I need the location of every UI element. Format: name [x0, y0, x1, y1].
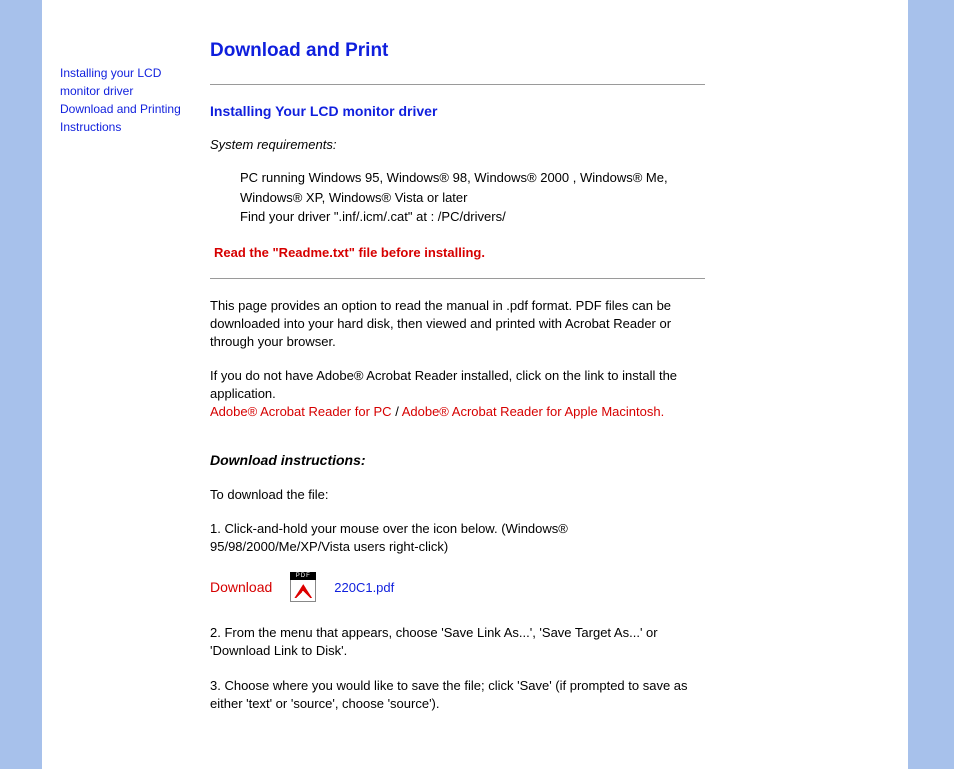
adobe-reader-pc-link[interactable]: Adobe® Acrobat Reader for PC	[210, 404, 392, 419]
sidebar-link-download-print[interactable]: Download and Printing Instructions	[60, 102, 181, 134]
left-margin-bar	[0, 0, 42, 769]
download-intro: To download the file:	[210, 486, 705, 504]
download-label: Download	[210, 579, 272, 595]
download-instructions-heading: Download instructions:	[210, 452, 705, 468]
pdf-icon[interactable]	[290, 572, 316, 602]
sidebar-link-install-driver[interactable]: Installing your LCD monitor driver	[60, 66, 161, 98]
download-row: Download 220C1.pdf	[210, 572, 705, 602]
system-requirements-label: System requirements:	[210, 137, 705, 152]
section-heading-install: Installing Your LCD monitor driver	[210, 103, 705, 119]
adobe-lead-text: If you do not have Adobe® Acrobat Reader…	[210, 368, 677, 401]
page-title: Download and Print	[210, 40, 705, 62]
requirements-block: PC running Windows 95, Windows® 98, Wind…	[240, 168, 705, 227]
right-margin-bar	[912, 0, 954, 769]
page-frame: Installing your LCD monitor driver Downl…	[0, 0, 954, 769]
adobe-paragraph: If you do not have Adobe® Acrobat Reader…	[210, 367, 705, 422]
content-column: Download and Print Installing Your LCD m…	[210, 0, 735, 769]
divider	[210, 84, 705, 85]
intro-paragraph: This page provides an option to read the…	[210, 297, 705, 352]
main-area: Installing your LCD monitor driver Downl…	[42, 0, 908, 769]
divider	[210, 278, 705, 279]
pdf-file-link[interactable]: 220C1.pdf	[334, 580, 394, 595]
step-1: 1. Click-and-hold your mouse over the ic…	[210, 520, 705, 556]
requirement-line: PC running Windows 95, Windows® 98, Wind…	[240, 168, 705, 207]
link-separator: /	[392, 404, 402, 419]
adobe-reader-mac-link[interactable]: Adobe® Acrobat Reader for Apple Macintos…	[402, 404, 665, 419]
readme-warning: Read the "Readme.txt" file before instal…	[214, 245, 705, 260]
step-3: 3. Choose where you would like to save t…	[210, 677, 705, 713]
step-2: 2. From the menu that appears, choose 'S…	[210, 624, 705, 660]
sidebar-nav: Installing your LCD monitor driver Downl…	[42, 0, 210, 769]
requirement-line: Find your driver ".inf/.icm/.cat" at : /…	[240, 207, 705, 227]
